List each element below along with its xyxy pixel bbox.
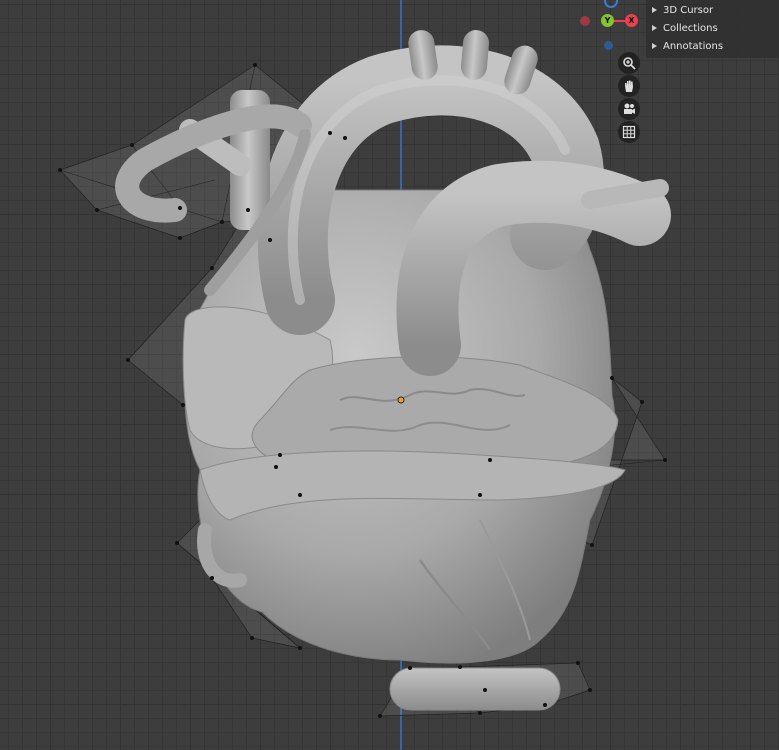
neg-z-axis-handle[interactable] [604, 41, 613, 50]
grid-icon [622, 125, 636, 139]
x-axis-handle[interactable]: X [625, 14, 638, 27]
camera-icon [624, 103, 635, 114]
y-axis-handle[interactable]: Y [601, 14, 614, 27]
navigation-gizmo[interactable]: Y X [574, 0, 646, 58]
zoom-icon [623, 57, 636, 70]
hand-pan-icon [625, 80, 633, 92]
pan-tool-button[interactable] [618, 75, 640, 97]
camera-view-button[interactable] [618, 98, 640, 120]
panel-annotations[interactable]: Annotations [652, 38, 723, 56]
panel-collections-label: Collections [663, 23, 718, 34]
heart-model[interactable] [0, 0, 779, 750]
perspective-toggle-button[interactable] [618, 121, 640, 143]
z-axis-handle[interactable] [604, 0, 618, 8]
3d-viewport[interactable]: Y X 3D Cursor Collections Annotations [0, 0, 779, 750]
panel-3d-cursor[interactable]: 3D Cursor [652, 2, 713, 20]
x-axis-label: X [628, 16, 635, 25]
panel-collections[interactable]: Collections [652, 20, 718, 38]
panel-annotations-label: Annotations [663, 41, 724, 52]
panel-3d-cursor-label: 3D Cursor [663, 5, 714, 16]
expand-triangle-icon [652, 43, 657, 49]
viewport-sidebar-panel: 3D Cursor Collections Annotations [646, 0, 779, 58]
zoom-tool-button[interactable] [618, 52, 640, 74]
y-axis-label: Y [604, 16, 611, 25]
expand-triangle-icon [652, 25, 657, 31]
neg-x-axis-handle[interactable] [580, 16, 590, 26]
expand-triangle-icon [652, 7, 657, 13]
object-origin[interactable] [397, 396, 405, 404]
